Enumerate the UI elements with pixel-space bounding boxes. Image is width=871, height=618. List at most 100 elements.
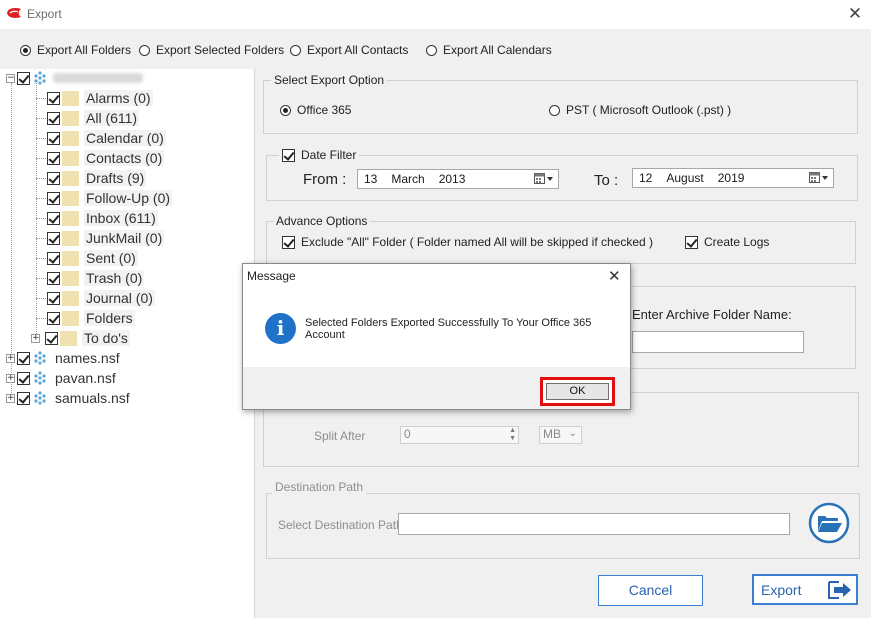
radio-dot[interactable]	[139, 44, 150, 56]
tree-folder-item[interactable]: All (611)	[47, 109, 140, 127]
tree-checkbox[interactable]	[47, 311, 60, 325]
split-size-input[interactable]: 0 ▲ ▼	[400, 426, 519, 444]
calendar-dropdown-icon[interactable]	[809, 172, 829, 184]
app-logo-icon	[7, 8, 21, 18]
folder-icon	[62, 110, 79, 126]
to-month: August	[666, 171, 704, 185]
radio-export-selected-folders[interactable]: Export Selected Folders	[139, 43, 284, 57]
from-date-picker[interactable]: 13 March 2013	[357, 169, 559, 189]
tree-checkbox[interactable]	[47, 151, 60, 165]
from-year: 2013	[438, 172, 466, 186]
radio-export-all-contacts[interactable]: Export All Contacts	[290, 43, 408, 57]
cancel-button[interactable]: Cancel	[598, 575, 703, 606]
tree-folder-item[interactable]: Alarms (0)	[47, 89, 153, 107]
dialog-title: Message	[247, 269, 296, 283]
tree-checkbox[interactable]	[17, 71, 30, 85]
tree-connector	[36, 318, 46, 319]
tree-folder-item[interactable]: Calendar (0)	[47, 129, 166, 147]
archive-folder-label: Enter Archive Folder Name:	[632, 307, 792, 322]
date-filter-checkbox[interactable]	[282, 148, 295, 162]
tree-checkbox[interactable]	[47, 271, 60, 285]
create-logs-checkbox[interactable]	[685, 235, 698, 249]
radio-office365[interactable]: Office 365	[280, 103, 351, 117]
tree-folder-item[interactable]: Drafts (9)	[47, 169, 147, 187]
expand-icon[interactable]: +	[6, 393, 15, 403]
tree-checkbox[interactable]	[47, 131, 60, 145]
expand-icon[interactable]: +	[6, 353, 15, 363]
tree-database-item[interactable]: + pavan.nsf	[6, 369, 118, 387]
radio-dot[interactable]	[290, 44, 301, 56]
tree-folder-item[interactable]: Journal (0)	[47, 289, 155, 307]
radio-label: Export All Calendars	[443, 43, 552, 57]
collapse-icon[interactable]: −	[6, 73, 15, 83]
tree-checkbox[interactable]	[45, 331, 58, 345]
spinner-arrows-icon[interactable]: ▲ ▼	[509, 427, 516, 443]
from-label: From :	[303, 171, 347, 188]
tree-checkbox[interactable]	[47, 251, 60, 265]
tree-folder-label: Calendar (0)	[84, 130, 166, 146]
split-size-value: 0	[404, 427, 411, 441]
tree-checkbox[interactable]	[47, 111, 60, 125]
tree-checkbox[interactable]	[47, 211, 60, 225]
tree-checkbox[interactable]	[47, 291, 60, 305]
tree-folder-item[interactable]: JunkMail (0)	[47, 229, 165, 247]
radio-label: Export All Folders	[37, 43, 132, 57]
folder-icon	[62, 290, 79, 306]
tree-checkbox[interactable]	[47, 91, 60, 105]
radio-export-all-calendars[interactable]: Export All Calendars	[426, 43, 552, 57]
tree-checkbox[interactable]	[17, 391, 30, 405]
radio-dot[interactable]	[20, 44, 31, 56]
expand-icon[interactable]: +	[31, 333, 40, 343]
ok-button[interactable]: OK	[546, 383, 609, 400]
redacted-root-label	[53, 73, 143, 83]
tree-folder-item[interactable]: Contacts (0)	[47, 149, 165, 167]
tree-database-label: pavan.nsf	[55, 370, 116, 386]
radio-dot[interactable]	[549, 104, 560, 116]
folder-icon	[62, 230, 79, 246]
folder-icon	[62, 210, 79, 226]
tree-folder-item[interactable]: Folders	[47, 309, 135, 327]
tree-checkbox[interactable]	[17, 371, 30, 385]
folder-icon	[62, 270, 79, 286]
folder-icon	[62, 130, 79, 146]
tree-folder-item[interactable]: Inbox (611)	[47, 209, 158, 227]
tree-checkbox[interactable]	[47, 171, 60, 185]
tree-root[interactable]: −	[6, 69, 143, 87]
radio-pst[interactable]: PST ( Microsoft Outlook (.pst) )	[549, 103, 731, 117]
radio-export-all-folders[interactable]: Export All Folders	[20, 43, 131, 57]
window-close-icon[interactable]: ✕	[846, 4, 864, 24]
destination-path-input[interactable]	[398, 513, 790, 535]
dialog-close-icon[interactable]: ✕	[608, 267, 621, 285]
tree-checkbox[interactable]	[47, 231, 60, 245]
chevron-down-icon: ⌄	[568, 428, 577, 439]
exclude-all-option[interactable]: Exclude "All" Folder ( Folder named All …	[282, 235, 653, 249]
split-unit-select[interactable]: MB ⌄	[539, 426, 582, 444]
tree-database-item[interactable]: + names.nsf	[6, 349, 122, 367]
tree-folder-item[interactable]: + To do's	[31, 329, 130, 347]
ok-highlight: OK	[540, 377, 615, 406]
export-button[interactable]: Export	[752, 574, 858, 605]
exclude-all-checkbox[interactable]	[282, 235, 295, 249]
to-date-picker[interactable]: 12 August 2019	[632, 168, 834, 188]
tree-folder-label: Trash (0)	[84, 270, 145, 286]
archive-folder-input[interactable]	[632, 331, 804, 353]
tree-folder-item[interactable]: Sent (0)	[47, 249, 138, 267]
tree-connector	[36, 178, 46, 179]
info-icon: i	[265, 313, 296, 344]
tree-connector	[36, 298, 46, 299]
tree-folder-item[interactable]: Trash (0)	[47, 269, 145, 287]
tree-folder-label: All (611)	[84, 110, 140, 126]
radio-dot[interactable]	[280, 104, 291, 116]
tree-folder-item[interactable]: Follow-Up (0)	[47, 189, 173, 207]
browse-folder-icon[interactable]	[808, 502, 850, 544]
database-icon	[34, 71, 46, 85]
tree-checkbox[interactable]	[47, 191, 60, 205]
radio-dot[interactable]	[426, 44, 437, 56]
calendar-dropdown-icon[interactable]	[534, 173, 554, 185]
folder-tree[interactable]: − Alarms (0) All (611) Calendar (0) Cont…	[0, 69, 254, 618]
create-logs-option[interactable]: Create Logs	[685, 235, 769, 249]
expand-icon[interactable]: +	[6, 373, 15, 383]
tree-checkbox[interactable]	[17, 351, 30, 365]
date-filter-toggle[interactable]: Date Filter	[279, 148, 360, 162]
tree-database-item[interactable]: + samuals.nsf	[6, 389, 132, 407]
